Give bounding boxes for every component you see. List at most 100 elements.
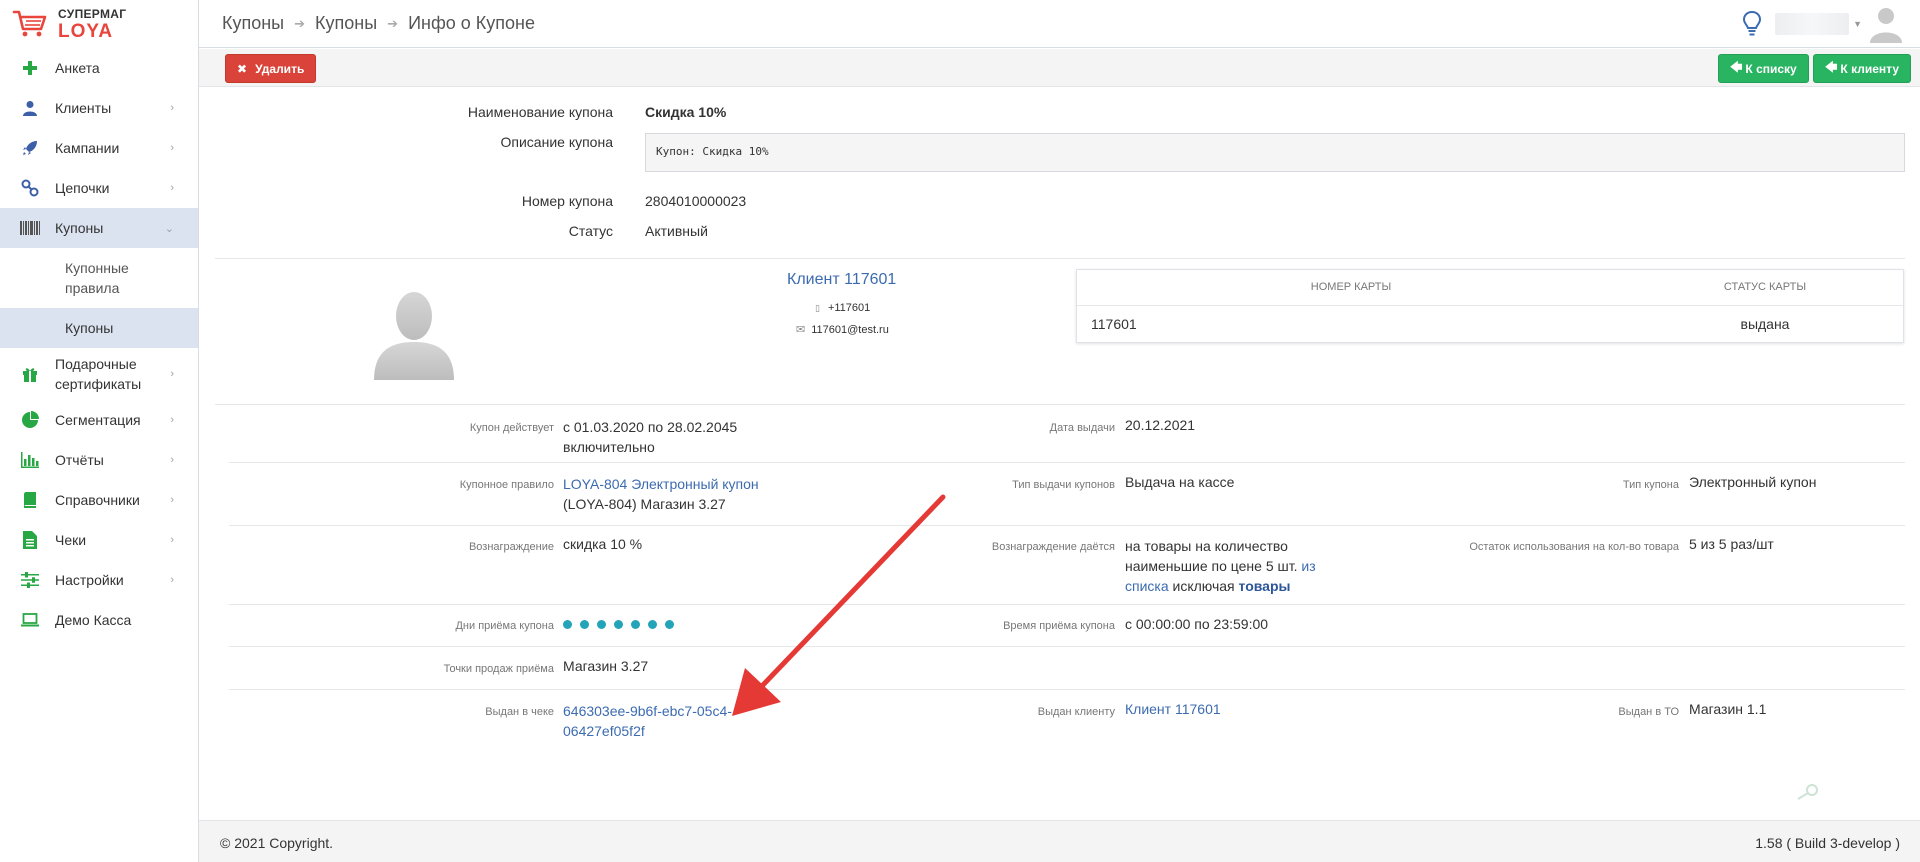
days-label: Дни приёма купона bbox=[455, 620, 554, 632]
breadcrumb-item[interactable]: Купоны bbox=[315, 13, 377, 34]
remaining-label: Остаток использования на кол-во товара bbox=[1469, 541, 1679, 553]
sidebar-item-label: Сегментация bbox=[55, 412, 141, 428]
header: Купоны ➔ Купоны ➔ Инфо о Купоне ▼ bbox=[199, 0, 1920, 48]
sidebar-item-gift-certificates[interactable]: Подарочные сертификаты › bbox=[0, 348, 198, 400]
copyright: © 2021 Copyright. bbox=[220, 835, 334, 851]
user-name-blurred[interactable] bbox=[1775, 13, 1850, 35]
coupon-type-label: Тип купона bbox=[1622, 479, 1679, 491]
client-name-link[interactable]: Клиент 117601 bbox=[787, 271, 896, 289]
rule-value: LOYA-804 Электронный купон (LOYA-804) Ма… bbox=[563, 474, 759, 514]
time-value: с 00:00:00 по 23:59:00 bbox=[1125, 616, 1269, 632]
lightbulb-icon[interactable] bbox=[1741, 10, 1763, 38]
list-link-part2[interactable]: списка bbox=[1125, 578, 1169, 594]
delete-button[interactable]: ✖ Удалить bbox=[225, 54, 317, 83]
valid-value: с 01.03.2020 по 28.02.2045 включительно bbox=[563, 417, 737, 457]
close-icon: ✖ bbox=[237, 61, 248, 76]
sidebar-item-coupons[interactable]: Купоны ⌄ bbox=[0, 208, 198, 248]
sidebar-subitem-coupon-rules[interactable]: Купонные правила bbox=[0, 248, 198, 308]
coupon-name-label: Наименование купона bbox=[467, 104, 613, 120]
sidebar-item-label: Анкета bbox=[55, 60, 100, 76]
day-dot bbox=[665, 620, 674, 629]
issued-client-label: Выдан клиенту bbox=[1037, 706, 1115, 718]
sidebar: СУПЕРМАГ LOYA Анкета Клиенты › Кампании … bbox=[0, 0, 199, 862]
avatar[interactable] bbox=[1870, 5, 1902, 43]
sidebar-item-clients[interactable]: Клиенты › bbox=[0, 88, 198, 128]
chain-icon bbox=[20, 178, 40, 198]
sidebar-item-reports[interactable]: Отчёты › bbox=[0, 440, 198, 480]
to-list-button-label: К списку bbox=[1745, 61, 1797, 76]
sidebar-item-segmentation[interactable]: Сегментация › bbox=[0, 400, 198, 440]
to-list-button[interactable]: 🡄 К списку bbox=[1718, 54, 1809, 83]
issued-to-value: Магазин 1.1 bbox=[1689, 701, 1767, 717]
day-dot bbox=[631, 620, 640, 629]
issued-client-link[interactable]: Клиент 117601 bbox=[1125, 701, 1221, 717]
arrow-right-icon: ➔ bbox=[294, 15, 306, 31]
divider bbox=[229, 462, 1905, 463]
client-phone-text: +117601 bbox=[827, 302, 871, 314]
sidebar-item-label: Цепочки bbox=[55, 180, 110, 196]
issued-to-label: Выдан в ТО bbox=[1618, 706, 1679, 718]
pos-label: Точки продаж приёма bbox=[443, 663, 554, 675]
sidebar-item-chains[interactable]: Цепочки › bbox=[0, 168, 198, 208]
laptop-icon bbox=[20, 610, 40, 630]
coupon-desc-label: Описание купона bbox=[500, 134, 613, 150]
cards-table: НОМЕР КАРТЫ СТАТУС КАРТЫ 117601 выдана bbox=[1076, 269, 1904, 343]
footer: © 2021 Copyright. 1.58 ( Build 3-develop… bbox=[199, 820, 1920, 862]
days-dots bbox=[563, 620, 682, 629]
plus-icon bbox=[20, 58, 40, 78]
sidebar-item-receipts[interactable]: Чеки › bbox=[0, 520, 198, 560]
sidebar-item-campaigns[interactable]: Кампании › bbox=[0, 128, 198, 168]
envelope-icon: ✉ bbox=[796, 324, 806, 336]
phone-icon: ▯ bbox=[815, 303, 820, 313]
list-link-part1[interactable]: из bbox=[1301, 558, 1315, 574]
sidebar-item-label: Кампании bbox=[55, 140, 120, 156]
caret-down-icon[interactable]: ▼ bbox=[1853, 19, 1862, 29]
sidebar-nav: Анкета Клиенты › Кампании › Цепочки › Ку… bbox=[0, 48, 198, 640]
receipt-link-line2[interactable]: 06427ef05f2f bbox=[563, 721, 732, 741]
arrow-right-icon: ➔ bbox=[387, 15, 399, 31]
day-dot bbox=[597, 620, 606, 629]
book-icon bbox=[20, 490, 40, 510]
valid-value-line2: включительно bbox=[563, 439, 655, 455]
time-label: Время приёма купона bbox=[1003, 620, 1115, 632]
rule-label: Купонное правило bbox=[459, 479, 554, 491]
sidebar-item-anketa[interactable]: Анкета bbox=[0, 48, 198, 88]
pie-icon bbox=[20, 410, 40, 430]
action-toolbar: ✖ Удалить 🡄 К списку 🡄 К клиенту bbox=[199, 49, 1920, 87]
logo[interactable]: СУПЕРМАГ LOYA bbox=[0, 0, 198, 48]
table-header: НОМЕР КАРТЫ bbox=[1310, 281, 1392, 293]
chevron-right-icon: › bbox=[170, 534, 174, 546]
sidebar-item-label: Отчёты bbox=[55, 452, 104, 468]
reward-label: Вознаграждение bbox=[468, 541, 554, 553]
breadcrumb-item[interactable]: Купоны bbox=[222, 13, 284, 34]
day-dot bbox=[563, 620, 572, 629]
receipt-link[interactable]: 646303ee-9b6f-ebc7-05c4- 06427ef05f2f bbox=[563, 701, 732, 741]
excluding-text: исключая bbox=[1172, 578, 1235, 594]
sidebar-item-directories[interactable]: Справочники › bbox=[0, 480, 198, 520]
logo-line1: СУПЕРМАГ bbox=[58, 6, 127, 21]
sidebar-item-label: Демо Касса bbox=[55, 612, 132, 628]
remaining-value: 5 из 5 раз/шт bbox=[1689, 536, 1774, 552]
chevron-right-icon: › bbox=[170, 142, 174, 154]
receipt-icon bbox=[20, 530, 40, 550]
table-cell-card-number: 117601 bbox=[1091, 316, 1137, 332]
client-avatar bbox=[374, 292, 454, 380]
sidebar-subitem-coupons[interactable]: Купоны bbox=[0, 308, 198, 348]
reward-given-label: Вознаграждение даётся bbox=[991, 541, 1115, 553]
receipt-link-line1[interactable]: 646303ee-9b6f-ebc7-05c4- bbox=[563, 701, 732, 721]
logo-line2: LOYA bbox=[58, 20, 114, 42]
divider bbox=[229, 646, 1905, 647]
sidebar-item-settings[interactable]: Настройки › bbox=[0, 560, 198, 600]
goods-link[interactable]: товары bbox=[1239, 578, 1291, 594]
rule-link[interactable]: LOYA-804 Электронный купон bbox=[563, 474, 759, 494]
client-email-text: 117601@test.ru bbox=[811, 324, 889, 336]
issue-date-label: Дата выдачи bbox=[1049, 422, 1115, 434]
cart-logo-icon bbox=[12, 10, 47, 37]
sidebar-item-demo-kassa[interactable]: Демо Касса bbox=[0, 600, 198, 640]
issue-date-value: 20.12.2021 bbox=[1125, 417, 1196, 433]
to-client-button[interactable]: 🡄 К клиенту bbox=[1813, 54, 1911, 83]
client-email: ✉ 117601@test.ru bbox=[796, 323, 889, 336]
coupon-desc-box: Купон: Скидка 10% bbox=[645, 133, 1905, 172]
reward-given-value: на товары на количество наименьшие по це… bbox=[1125, 536, 1316, 596]
sidebar-item-label: Купоны bbox=[55, 220, 104, 236]
